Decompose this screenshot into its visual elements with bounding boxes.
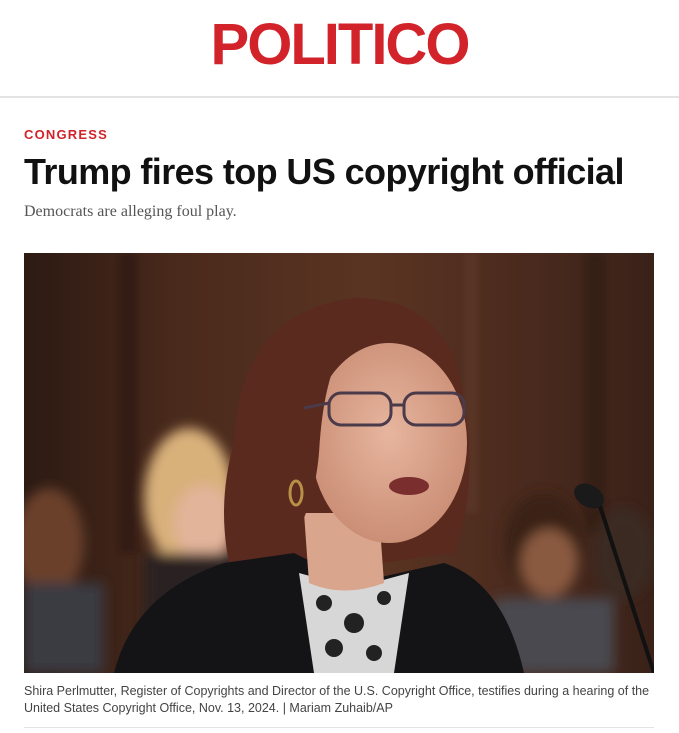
masthead-divider — [0, 96, 679, 98]
photo-caption: Shira Perlmutter, Register of Copyrights… — [24, 684, 650, 715]
caption-divider — [24, 727, 654, 728]
article-dek: Democrats are alleging foul play. — [24, 203, 237, 220]
politico-logo[interactable]: POLITICO — [0, 10, 679, 80]
article-photo — [24, 253, 654, 673]
masthead: POLITICO — [0, 0, 679, 96]
section-label[interactable]: CONGRESS — [24, 127, 108, 142]
article-headline: Trump fires top US copyright official — [24, 151, 624, 192]
